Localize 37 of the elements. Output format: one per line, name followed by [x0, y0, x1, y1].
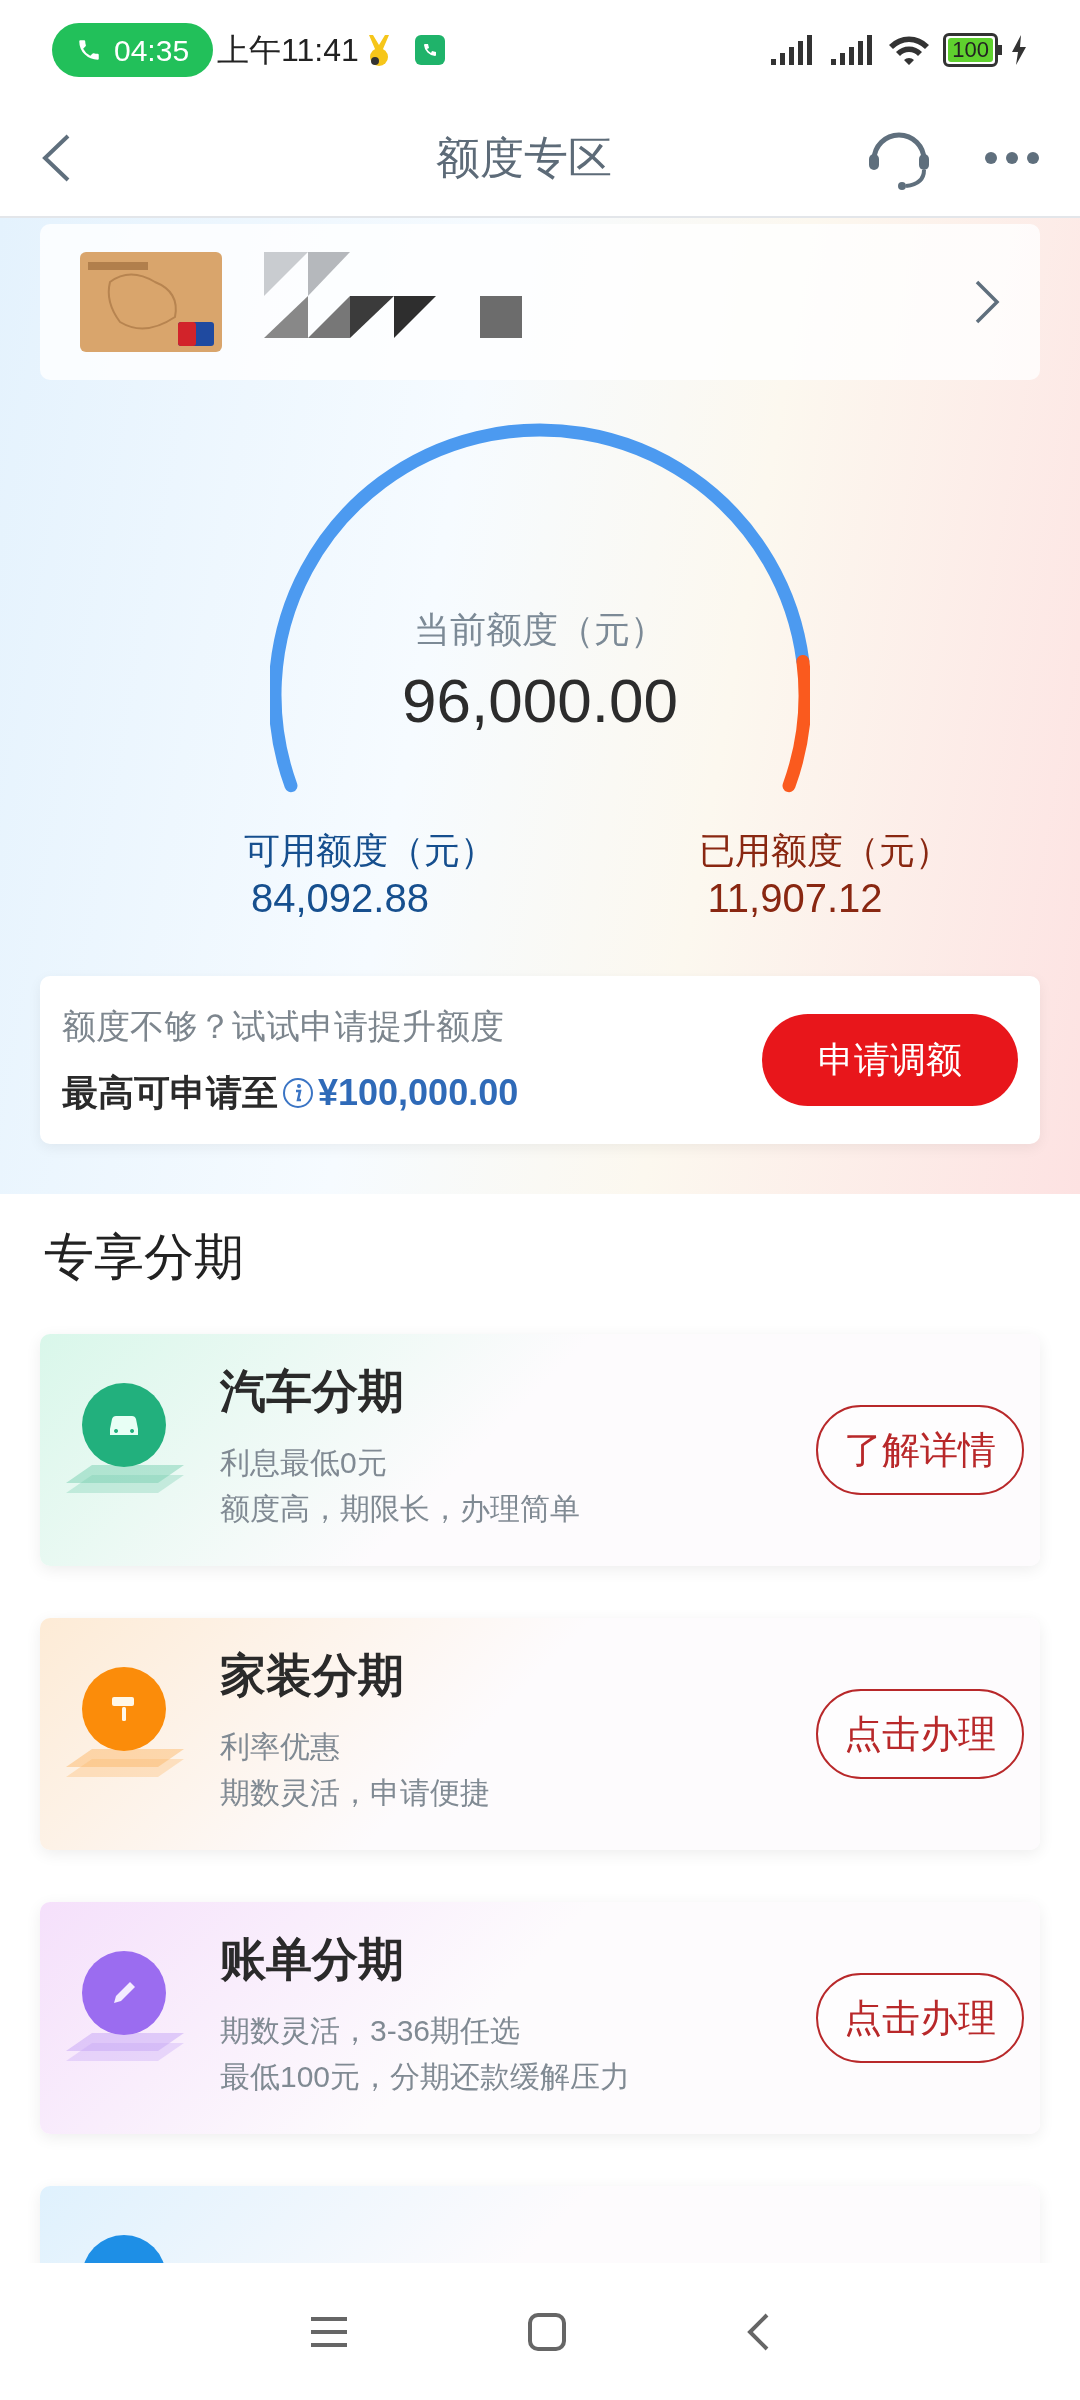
back-icon[interactable]	[40, 133, 72, 183]
current-limit-amount: 96,000.00	[402, 670, 678, 732]
section-title: 专享分期	[43, 1228, 245, 1287]
product-action-button[interactable]: 了解详情	[816, 1405, 1024, 1495]
product-action-button[interactable]: 点击办理	[816, 1689, 1024, 1779]
product-description: 利息最低0元	[220, 1445, 388, 1481]
menu-icon[interactable]	[309, 2314, 349, 2349]
product-description: 期数灵活，申请便捷	[220, 1775, 491, 1811]
available-label: 可用额度（元）	[244, 829, 496, 873]
max-limit-label: 最高可申请至	[62, 1070, 278, 1115]
used-label: 已用额度（元）	[699, 829, 951, 873]
battery-indicator: 100	[943, 33, 1002, 67]
more-icon[interactable]	[984, 151, 1040, 165]
product-description: 额度高，期限长，办理简单	[220, 1491, 581, 1527]
info-icon[interactable]	[282, 1076, 314, 1109]
chevron-right-icon	[974, 279, 1000, 325]
increase-hint: 额度不够？试试申请提升额度	[62, 1005, 505, 1047]
apply-increase-button[interactable]: 申请调额	[762, 1014, 1018, 1106]
page-title: 额度专区	[436, 132, 612, 184]
max-limit-amount: ¥100,000.00	[318, 1070, 519, 1115]
product-description: 期数灵活，3-36期任选	[220, 2013, 522, 2049]
product-title: 家装分期	[220, 1652, 405, 1698]
product-title: 汽车分期	[220, 1368, 405, 1414]
gauge-title: 当前额度（元）	[414, 612, 666, 648]
product-action-button[interactable]: 点击办理	[816, 1973, 1024, 2063]
product-description: 利率优惠	[220, 1729, 341, 1765]
back-icon[interactable]	[745, 2311, 771, 2352]
card-selector[interactable]	[40, 224, 1040, 380]
available-amount: 84,092.88	[251, 878, 429, 918]
used-amount: 11,907.12	[707, 878, 883, 918]
clock: 上午11:41	[217, 31, 359, 70]
home-icon[interactable]	[527, 2311, 567, 2352]
phone-app-icon	[414, 35, 445, 65]
phone-icon	[76, 37, 102, 63]
product-title: 账单分期	[220, 1936, 405, 1982]
charging-icon	[1010, 35, 1028, 65]
product-description: 最低100元，分期还款缓解压力	[220, 2059, 632, 2095]
